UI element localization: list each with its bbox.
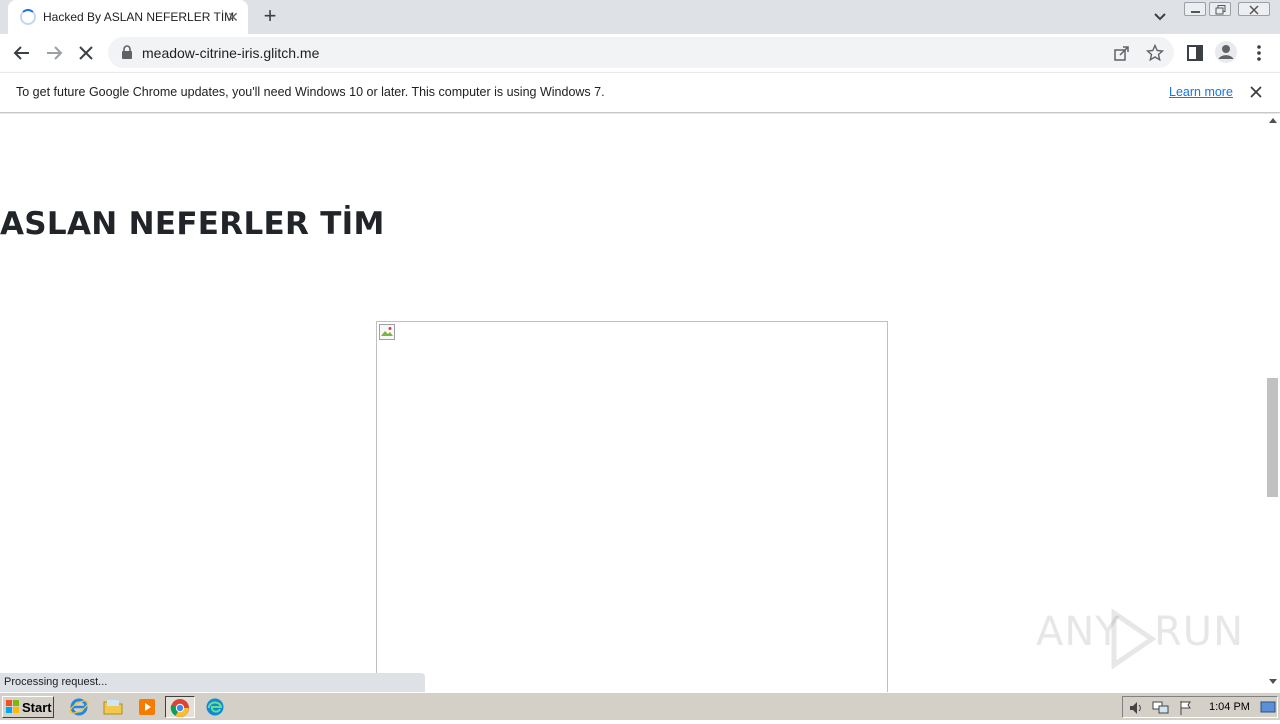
system-tray: 1:04 PM xyxy=(1122,696,1278,718)
network-icon[interactable] xyxy=(1152,700,1170,716)
update-infobar: To get future Google Chrome updates, you… xyxy=(0,72,1280,113)
lock-icon xyxy=(122,45,132,59)
broken-image xyxy=(376,321,888,692)
url-text[interactable]: meadow-citrine-iris.glitch.me xyxy=(142,45,319,61)
edge-icon[interactable] xyxy=(204,696,228,718)
browser-toolbar: meadow-citrine-iris.glitch.me xyxy=(0,34,1280,72)
page-content: ASLAN NEFERLER TİM ANY RUN Processing re… xyxy=(0,114,1266,692)
play-icon xyxy=(1111,609,1156,669)
page-heading: ASLAN NEFERLER TİM xyxy=(0,206,385,242)
start-button[interactable]: Start xyxy=(2,696,54,718)
learn-more-link[interactable]: Learn more xyxy=(1169,85,1233,99)
share-icon[interactable] xyxy=(1113,44,1131,62)
volume-icon[interactable] xyxy=(1128,700,1144,716)
loading-spinner-icon xyxy=(20,9,36,25)
new-tab-button[interactable]: + xyxy=(258,5,282,29)
show-desktop-icon[interactable] xyxy=(1260,700,1276,715)
infobar-message: To get future Google Chrome updates, you… xyxy=(16,85,605,99)
status-text: Processing request... xyxy=(4,676,108,688)
windows-taskbar: Start 1:04 PM xyxy=(0,692,1280,720)
tab-title: Hacked By ASLAN NEFERLER TİM xyxy=(43,10,235,24)
menu-icon[interactable] xyxy=(1248,42,1270,64)
explorer-icon[interactable] xyxy=(102,696,126,718)
windows-flag-icon xyxy=(6,700,19,713)
chrome-icon[interactable] xyxy=(165,696,195,718)
broken-image-icon xyxy=(379,324,395,340)
profile-icon[interactable] xyxy=(1214,40,1237,63)
restore-button[interactable] xyxy=(1209,2,1231,16)
minimize-button[interactable] xyxy=(1184,2,1206,16)
media-player-icon[interactable] xyxy=(136,696,160,718)
scroll-up-arrow-icon[interactable] xyxy=(1269,117,1277,123)
anyrun-watermark: ANY RUN xyxy=(1036,609,1243,669)
scroll-down-arrow-icon[interactable] xyxy=(1269,679,1277,685)
tab-strip: Hacked By ASLAN NEFERLER TİM ✕ + xyxy=(0,0,1280,34)
address-bar[interactable]: meadow-citrine-iris.glitch.me xyxy=(108,37,1174,68)
tab-active[interactable]: Hacked By ASLAN NEFERLER TİM ✕ xyxy=(8,0,248,34)
status-bubble: Processing request... xyxy=(0,673,425,692)
watermark-text-right: RUN xyxy=(1154,609,1244,655)
tab-close-icon[interactable]: ✕ xyxy=(224,8,242,26)
stop-icon[interactable] xyxy=(75,42,97,64)
back-icon[interactable] xyxy=(11,42,33,64)
ie-icon[interactable] xyxy=(68,696,92,718)
action-center-flag-icon[interactable] xyxy=(1178,700,1194,716)
side-panel-icon[interactable] xyxy=(1184,42,1206,64)
infobar-close-icon[interactable] xyxy=(1248,84,1264,100)
start-label: Start xyxy=(22,700,52,715)
tab-search-icon[interactable] xyxy=(1150,8,1170,26)
scrollbar-thumb[interactable] xyxy=(1267,378,1278,497)
clock[interactable]: 1:04 PM xyxy=(1209,701,1250,713)
star-icon[interactable] xyxy=(1146,44,1164,62)
close-window-button[interactable] xyxy=(1238,2,1270,16)
forward-icon[interactable] xyxy=(43,42,65,64)
